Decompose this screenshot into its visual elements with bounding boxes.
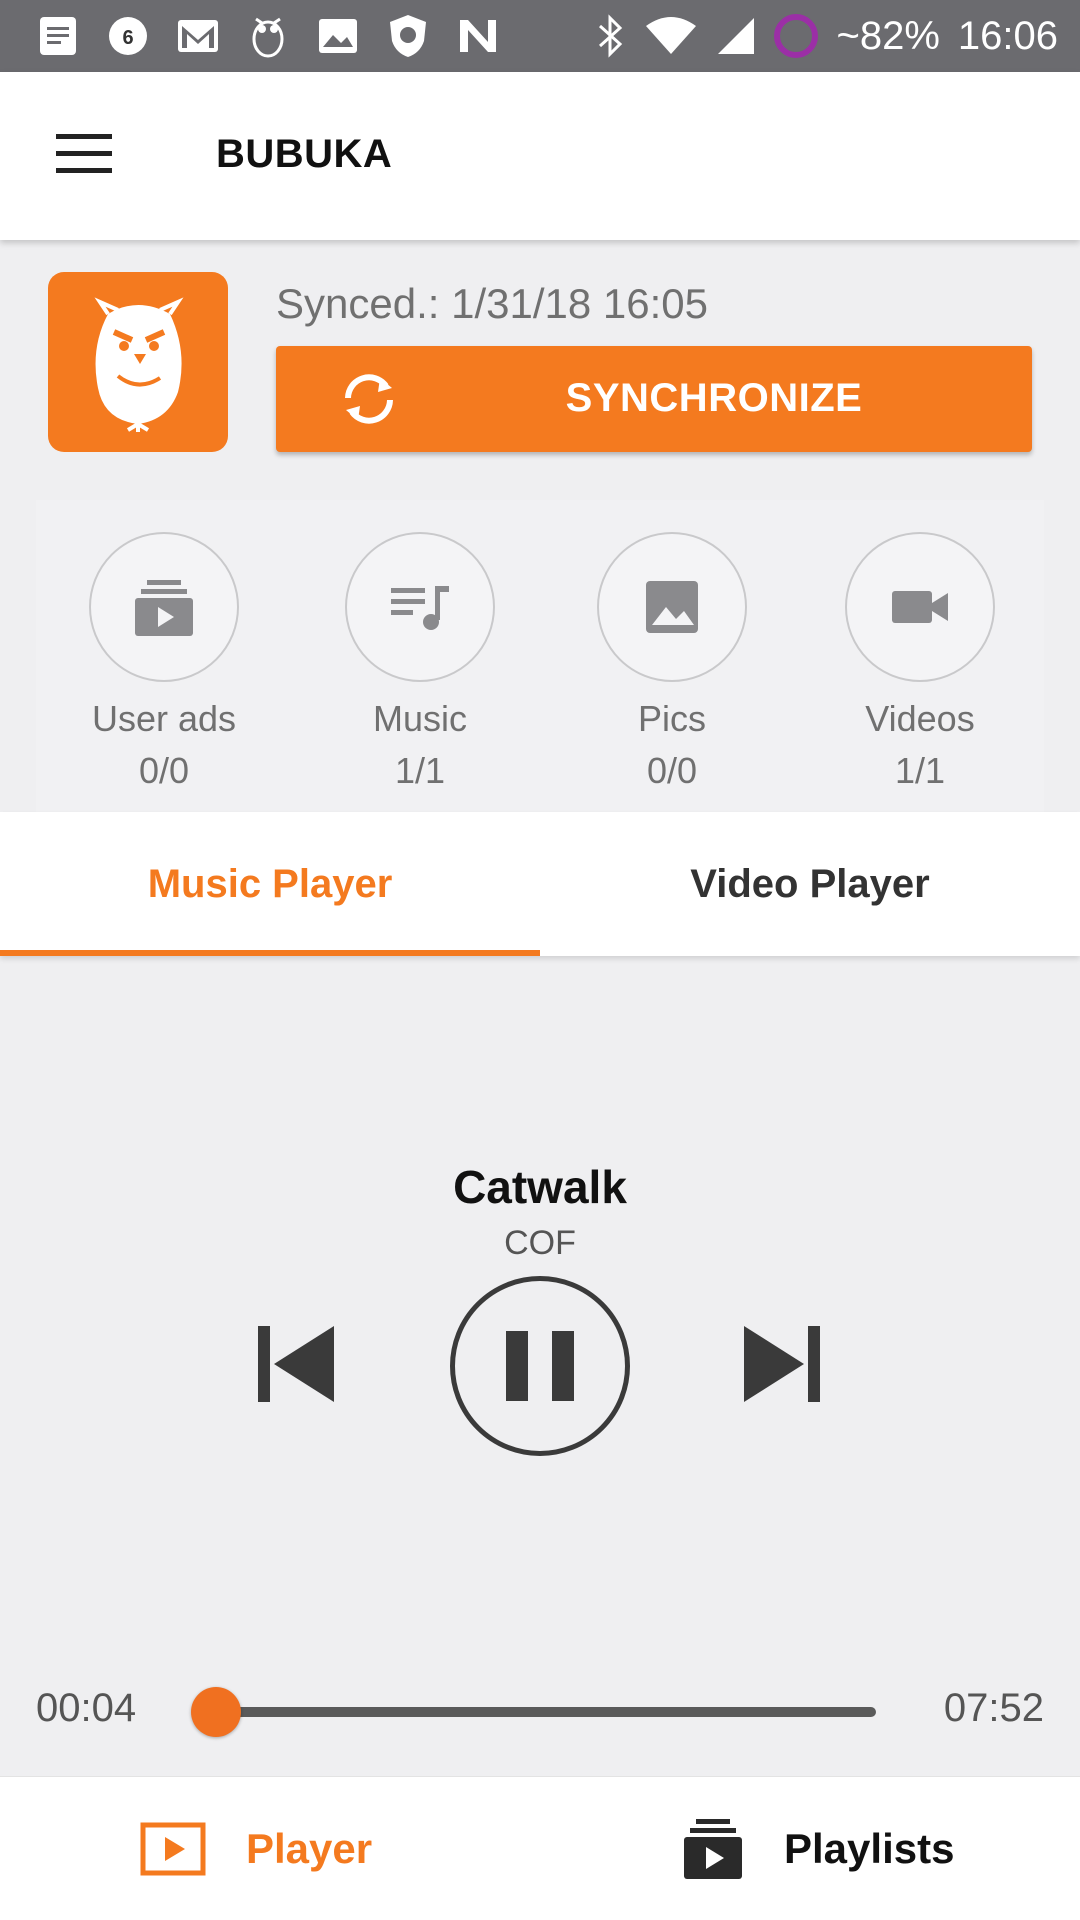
owl-logo-icon (94, 297, 184, 432)
tab-music-player[interactable]: Music Player (0, 812, 540, 956)
seek-bar[interactable] (190, 1687, 876, 1737)
app-logo (48, 272, 228, 452)
pause-bar-left (506, 1331, 528, 1401)
stat-name: Pics (637, 698, 706, 739)
videos-circle (845, 532, 995, 682)
stat-name: User ads (91, 698, 237, 739)
music-queue-icon (391, 586, 449, 630)
shield-icon (384, 12, 432, 60)
tab-indicator (0, 950, 540, 956)
pause-bar-right (552, 1331, 574, 1401)
notes-icon (34, 12, 82, 60)
seek-thumb[interactable] (190, 1687, 241, 1737)
bottom-navigation: Player Playlists (0, 1776, 1080, 1920)
nav-player[interactable]: Player (140, 1777, 372, 1920)
song-artist: COF (504, 1224, 576, 1262)
synced-status: Synced.: 1/31/18 16:05 (276, 280, 708, 327)
wifi-icon (646, 17, 697, 54)
gmail-icon (174, 12, 222, 60)
synchronize-button[interactable]: SYNCHRONIZE (276, 346, 1032, 452)
signal-icon (718, 18, 755, 54)
status-right: ~82% 16:06 (594, 8, 1058, 64)
playlist-play-icon (135, 580, 193, 636)
status-notification-icons: 6 (34, 12, 502, 60)
stat-user-ads[interactable]: User ads 0/0 (64, 532, 264, 792)
image-icon (314, 12, 362, 60)
song-title: Catwalk (453, 1161, 627, 1213)
nav-playlists[interactable]: Playlists (682, 1777, 954, 1920)
stat-count: 1/1 (894, 750, 946, 791)
battery-level: ~82% (836, 13, 940, 58)
image-icon (646, 581, 698, 633)
stat-count: 0/0 (138, 750, 190, 791)
app-title: BUBUKA (216, 132, 393, 176)
battery-icon (774, 14, 819, 58)
pause-button[interactable] (450, 1276, 630, 1456)
videocam-icon (892, 591, 948, 623)
content-stats: User ads 0/0 Music 1/1 Pics 0/0 Videos 1… (36, 500, 1044, 812)
synchronize-label: SYNCHRONIZE (565, 376, 863, 420)
stat-pics[interactable]: Pics 0/0 (572, 532, 772, 792)
pics-circle (597, 532, 747, 682)
chat-6-icon: 6 (104, 12, 152, 60)
menu-icon[interactable] (56, 134, 112, 174)
nav-playlists-label: Playlists (784, 1825, 955, 1872)
stat-count: 0/0 (646, 750, 698, 791)
n-icon (454, 12, 502, 60)
notification-count: 6 (122, 27, 133, 49)
stat-count: 1/1 (394, 750, 446, 791)
clock: 16:06 (957, 13, 1058, 58)
stat-music[interactable]: Music 1/1 (320, 532, 520, 792)
stat-videos[interactable]: Videos 1/1 (820, 532, 1020, 792)
bluetooth-icon (599, 14, 623, 58)
music-circle (345, 532, 495, 682)
total-time: 07:52 (943, 1686, 1044, 1730)
stat-name: Music (372, 698, 467, 739)
player-icon (140, 1822, 206, 1876)
app-bar: BUBUKA (0, 72, 1080, 240)
status-bar: 6 ~82% 16:06 (0, 0, 1080, 72)
tab-video-player[interactable]: Video Player (540, 812, 1080, 956)
owl-icon (244, 12, 292, 60)
player-tabs: Music Player Video Player (0, 812, 1080, 956)
current-time: 00:04 (36, 1686, 137, 1730)
playlists-icon (684, 1819, 742, 1879)
skip-previous-icon[interactable] (256, 1324, 336, 1404)
nav-player-label: Player (246, 1825, 373, 1872)
user-ads-circle (89, 532, 239, 682)
skip-next-icon[interactable] (742, 1324, 822, 1404)
stat-name: Videos (865, 698, 975, 739)
